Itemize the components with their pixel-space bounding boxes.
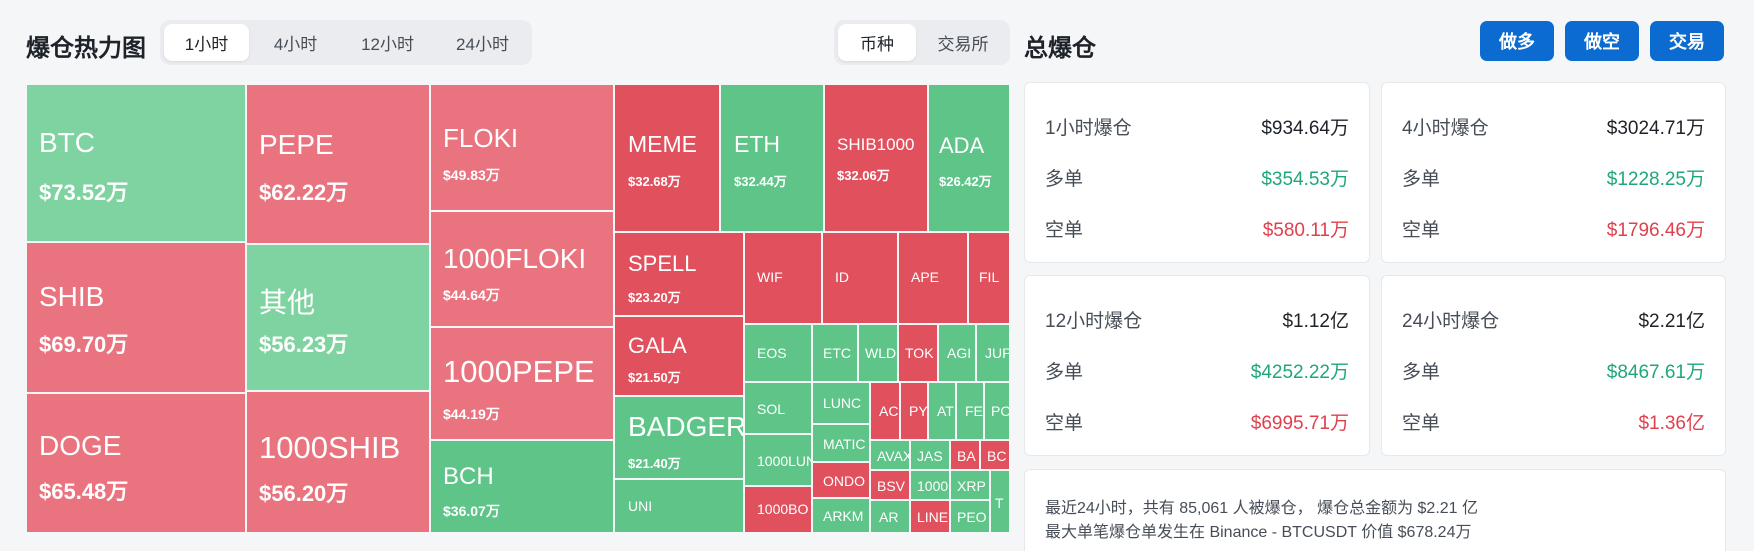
card-1h-short-value: $580.11万 <box>1262 220 1349 241</box>
grouping-selector: 币种 交易所 <box>834 20 1010 65</box>
heatmap-tile-at[interactable]: AT <box>928 382 956 440</box>
heatmap-tile-bc[interactable]: BC <box>980 440 1010 470</box>
summary-note-line-2: 最大单笔爆仓单发生在 Binance - BTCUSDT 价值 $678.24万 <box>1045 524 1472 541</box>
heatmap-tile-tok[interactable]: TOK <box>898 324 938 382</box>
card-12h: 12小时爆仓 $1.12亿 多单 $4252.22万 空单 $6995.71万 <box>1024 275 1370 456</box>
heatmap-tile-spell[interactable]: SPELL $23.20万 <box>614 232 744 316</box>
card-4h-short-label: 空单 <box>1402 220 1441 241</box>
heatmap-tile-agi[interactable]: AGI <box>938 324 976 382</box>
card-4h-short-value: $1796.46万 <box>1606 220 1705 241</box>
card-12h-long-value: $4252.22万 <box>1250 362 1349 383</box>
heatmap-tile-badger[interactable]: BADGER $21.40万 <box>614 396 744 479</box>
card-4h: 4小时爆仓 $3024.71万 多单 $1228.25万 空单 $1796.46万 <box>1381 82 1726 263</box>
tab-1h[interactable]: 1小时 <box>164 24 250 61</box>
heatmap-tile-floki[interactable]: FLOKI $49.83万 <box>430 84 614 211</box>
heatmap-tile-jasmy[interactable]: JAS <box>910 440 950 470</box>
heatmap-tile-1000floki[interactable]: 1000FLOKI $44.64万 <box>430 211 614 327</box>
heatmap-tile-py[interactable]: PY <box>900 382 928 440</box>
trade-button[interactable]: 交易 <box>1650 21 1724 61</box>
heatmap-tile-t[interactable]: T <box>990 470 1010 533</box>
heatmap-tile-1000x[interactable]: 1000 <box>910 470 950 500</box>
heatmap-tile-1000lunc[interactable]: 1000LUN <box>744 434 812 486</box>
tab-24h[interactable]: 24小时 <box>437 24 528 61</box>
card-4h-long-label: 多单 <box>1402 169 1441 190</box>
card-24h-long-value: $8467.61万 <box>1606 362 1705 383</box>
heatmap-tile-1000bonk[interactable]: 1000BO <box>744 486 812 533</box>
long-button[interactable]: 做多 <box>1480 21 1554 61</box>
heatmap-tile-doge[interactable]: DOGE $65.48万 <box>26 393 246 533</box>
heatmap-tile-shib[interactable]: SHIB $69.70万 <box>26 242 246 393</box>
heatmap-tile-fil[interactable]: FIL <box>968 232 1010 324</box>
heatmap-tile-arkm[interactable]: ARKM <box>812 498 870 533</box>
card-24h-long-label: 多单 <box>1402 362 1441 383</box>
card-24h-short-value: $1.36亿 <box>1638 413 1705 434</box>
heatmap-tile-uni[interactable]: UNI <box>614 479 744 533</box>
heatmap-tile-fe[interactable]: FE <box>956 382 984 440</box>
card-12h-short-value: $6995.71万 <box>1250 413 1349 434</box>
heatmap-tile-eth[interactable]: ETH $32.44万 <box>720 84 824 232</box>
card-1h-long-label: 多单 <box>1045 169 1084 190</box>
card-24h-short-label: 空单 <box>1402 413 1441 434</box>
heatmap-tile-1000shib[interactable]: 1000SHIB $56.20万 <box>246 391 430 533</box>
heatmap-tile-line[interactable]: LINE <box>910 500 950 533</box>
summary-note-line-1: 最近24小时，共有 85,061 人被爆仓， 爆仓总金额为 $2.21 亿 <box>1045 500 1479 517</box>
tab-by-exchange[interactable]: 交易所 <box>920 24 1006 61</box>
heatmap-tile-po[interactable]: PO <box>984 382 1010 440</box>
card-12h-total: $1.12亿 <box>1282 311 1349 332</box>
heatmap-tile-jup[interactable]: JUP <box>976 324 1010 382</box>
summary-note-card: 最近24小时，共有 85,061 人被爆仓， 爆仓总金额为 $2.21 亿 最大… <box>1024 469 1726 551</box>
heatmap-tile-1000pepe[interactable]: 1000PEPE $44.19万 <box>430 327 614 440</box>
heatmap-tile-ac[interactable]: AC <box>870 382 900 440</box>
heatmap-tile-etc[interactable]: ETC <box>812 324 858 382</box>
heatmap-tile-lunc[interactable]: LUNC <box>812 382 870 424</box>
heatmap-tile-bsv[interactable]: BSV <box>870 470 910 500</box>
heatmap-title: 爆仓热力图 <box>26 35 146 62</box>
card-12h-long-label: 多单 <box>1045 362 1084 383</box>
heatmap-tile-btc[interactable]: BTC $73.52万 <box>26 84 246 242</box>
heatmap-tile-id[interactable]: ID <box>822 232 898 324</box>
heatmap-tile-meme[interactable]: MEME $32.68万 <box>614 84 720 232</box>
tab-4h[interactable]: 4小时 <box>253 24 338 61</box>
card-24h-label: 24小时爆仓 <box>1402 311 1500 332</box>
card-4h-long-value: $1228.25万 <box>1606 169 1705 190</box>
card-1h: 1小时爆仓 $934.64万 多单 $354.53万 空单 $580.11万 <box>1024 82 1370 263</box>
heatmap-tile-xrp[interactable]: XRP <box>950 470 990 500</box>
tab-by-coin[interactable]: 币种 <box>838 24 916 61</box>
heatmap-tile-others[interactable]: 其他 $56.23万 <box>246 244 430 391</box>
heatmap-tile-sol[interactable]: SOL <box>744 382 812 434</box>
card-12h-short-label: 空单 <box>1045 413 1084 434</box>
heatmap-tile-wld[interactable]: WLD <box>858 324 898 382</box>
heatmap-tile-bch[interactable]: BCH $36.07万 <box>430 440 614 533</box>
card-1h-short-label: 空单 <box>1045 220 1084 241</box>
card-24h: 24小时爆仓 $2.21亿 多单 $8467.61万 空单 $1.36亿 <box>1381 275 1726 456</box>
card-1h-total: $934.64万 <box>1261 118 1349 139</box>
heatmap-tile-avax[interactable]: AVAX <box>870 440 910 470</box>
card-4h-total: $3024.71万 <box>1606 118 1705 139</box>
timeframe-selector: 1小时 4小时 12小时 24小时 <box>160 20 532 65</box>
heatmap-tile-gala[interactable]: GALA $21.50万 <box>614 316 744 396</box>
summary-title: 总爆仓 <box>1024 35 1096 62</box>
heatmap-tile-ada[interactable]: ADA $26.42万 <box>928 84 1010 232</box>
heatmap-tile-pepe[interactable]: PEPE $62.22万 <box>246 84 430 244</box>
heatmap-tile-ape[interactable]: APE <box>898 232 968 324</box>
short-button[interactable]: 做空 <box>1565 21 1639 61</box>
heatmap-tile-shib1000[interactable]: SHIB1000 $32.06万 <box>824 84 928 232</box>
card-12h-label: 12小时爆仓 <box>1045 311 1143 332</box>
heatmap-tile-ar[interactable]: AR <box>870 500 910 533</box>
liquidation-heatmap: BTC $73.52万 SHIB $69.70万 DOGE $65.48万 PE… <box>26 84 1010 533</box>
tab-12h[interactable]: 12小时 <box>342 24 433 61</box>
card-24h-total: $2.21亿 <box>1638 311 1705 332</box>
heatmap-tile-people[interactable]: PEO <box>950 500 990 533</box>
card-1h-label: 1小时爆仓 <box>1045 118 1132 139</box>
heatmap-tile-ondo[interactable]: ONDO <box>812 462 870 498</box>
heatmap-tile-eos[interactable]: EOS <box>744 324 812 382</box>
heatmap-tile-ba[interactable]: BA <box>950 440 980 470</box>
card-1h-long-value: $354.53万 <box>1261 169 1349 190</box>
heatmap-tile-matic[interactable]: MATIC <box>812 424 870 462</box>
heatmap-tile-wif[interactable]: WIF <box>744 232 822 324</box>
card-4h-label: 4小时爆仓 <box>1402 118 1489 139</box>
